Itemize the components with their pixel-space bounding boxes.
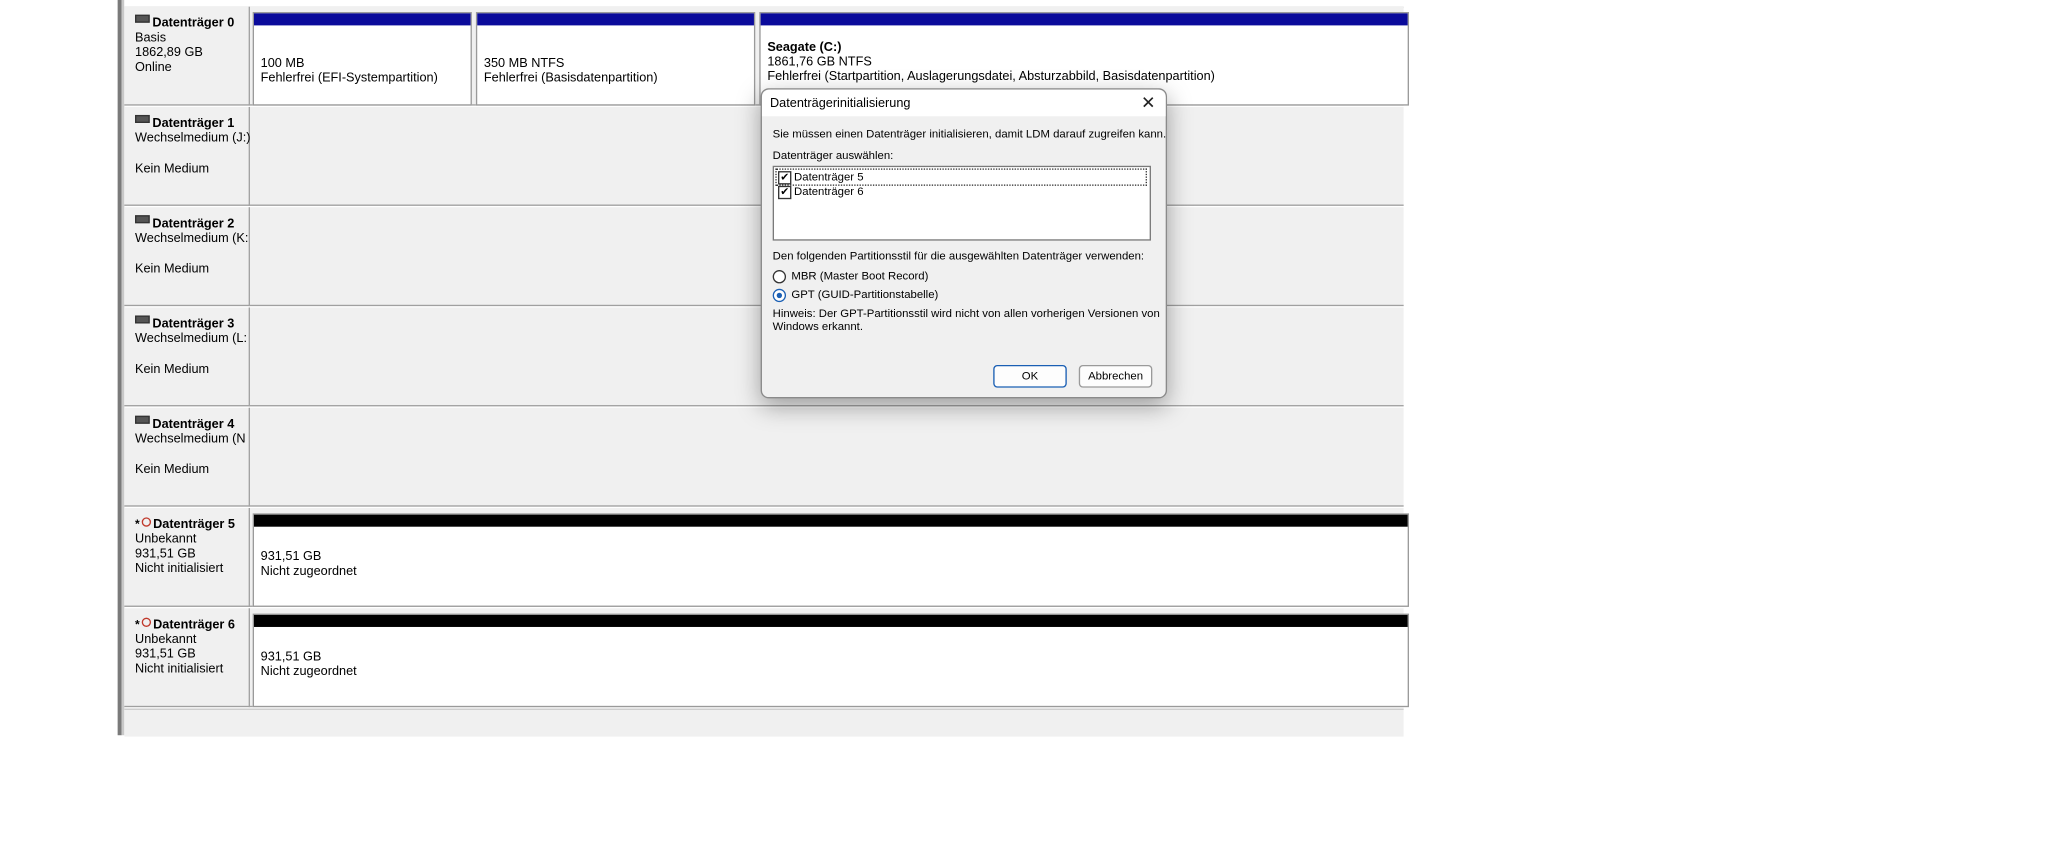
disk-type: Wechselmedium (N	[135, 431, 246, 447]
disk-status: Kein Medium	[135, 262, 210, 277]
disk-label-0[interactable]: Datenträger 0 Basis 1862,89 GB Online	[124, 6, 250, 106]
disk-name: Datenträger 1	[152, 116, 235, 132]
uninitialized-marker: *	[135, 617, 140, 631]
disk-unknown-icon	[141, 517, 151, 527]
dialog-intro-text: Sie müssen einen Datenträger initialisie…	[772, 126, 1167, 141]
partition-size: 931,51 GB	[260, 649, 322, 665]
disk-status: Nicht initialisiert	[135, 561, 224, 577]
disk-row-5[interactable]: * Datenträger 5 Unbekannt 931,51 GB Nicht…	[124, 507, 1409, 608]
partition-status: Fehlerfrei (Basisdatenpartition)	[483, 70, 658, 86]
disk-size: 931,51 GB	[135, 546, 196, 562]
mbr-radio[interactable]	[772, 270, 787, 284]
disk-size: 1862,89 GB	[135, 45, 203, 61]
partition-bar	[477, 13, 754, 26]
gpt-label[interactable]: GPT (GUID-Partitionstabelle)	[791, 287, 938, 300]
disk-name: Datenträger 2	[152, 216, 235, 232]
partition-bar	[253, 614, 1408, 627]
partition-unallocated[interactable]: 931,51 GB Nicht zugeordnet	[252, 613, 1409, 708]
disk-label-1[interactable]: Datenträger 1 Wechselmedium (J:) Kein Me…	[124, 106, 251, 206]
hint-text: Hinweis: Der GPT-Partitionsstil wird nic…	[772, 306, 1160, 320]
dialog-titlebar: Datenträgerinitialisierung ✕	[761, 89, 1166, 117]
disk-label-2[interactable]: Datenträger 2 Wechselmedium (K: Kein Med…	[124, 207, 250, 307]
partition-bar	[253, 514, 1408, 527]
disk-label-5[interactable]: * Datenträger 5 Unbekannt 931,51 GB Nicht…	[124, 507, 250, 607]
mbr-label[interactable]: MBR (Master Boot Record)	[791, 269, 928, 282]
disk-name: Datenträger 4	[152, 417, 235, 432]
partition-basic[interactable]: 350 MB NTFS Fehlerfrei (Basisdatenpartit…	[475, 12, 756, 106]
list-item[interactable]: ✔ Datenträger 6	[777, 184, 1146, 200]
disk-status: Online	[135, 60, 172, 75]
disk-management-window: Datenträger 0 Basis 1862,89 GB Online 10…	[0, 0, 2064, 866]
disk-icon	[135, 316, 150, 325]
disk-row-4[interactable]: Datenträger 4 Wechselmedium (N Kein Medi…	[124, 407, 1404, 508]
partition-size: 1861,76 GB NTFS	[767, 54, 872, 70]
partition-bar	[253, 13, 471, 26]
disk-label-4[interactable]: Datenträger 4 Wechselmedium (N Kein Medi…	[124, 407, 250, 507]
cancel-button[interactable]: Abbrechen	[1078, 364, 1153, 388]
disk-area-4	[249, 407, 1404, 507]
disk-item-label: Datenträger 5	[794, 169, 864, 184]
disk-status: Kein Medium	[135, 462, 210, 478]
disk-name: Datenträger 3	[152, 316, 235, 332]
disk-status: Nicht initialisiert	[135, 661, 224, 677]
disk-unknown-icon	[141, 617, 151, 627]
partition-status: Fehlerfrei (Startpartition, Auslagerungs…	[767, 69, 1215, 85]
disk-type: Basis	[135, 30, 167, 46]
disk-icon	[135, 15, 150, 24]
disk-status: Kein Medium	[135, 161, 210, 177]
dialog-title: Datenträgerinitialisierung	[769, 96, 911, 111]
disk-checkbox[interactable]: ✔	[778, 185, 792, 200]
disk-partitions-5: 931,51 GB Nicht zugeordnet	[249, 507, 1409, 607]
disk-label-3[interactable]: Datenträger 3 Wechselmedium (L: Kein Med…	[124, 307, 250, 407]
partition-size: 931,51 GB	[260, 549, 322, 565]
hint-text-2: Windows erkannt.	[772, 319, 863, 333]
disk-type: Unbekannt	[135, 532, 197, 547]
gpt-radio[interactable]	[772, 288, 787, 303]
disk-type: Wechselmedium (L:	[135, 331, 248, 347]
disk-name: Datenträger 6	[153, 617, 235, 633]
partition-size: 350 MB NTFS	[483, 56, 565, 71]
ok-button[interactable]: OK	[993, 364, 1067, 388]
disk-name: Datenträger 5	[153, 517, 235, 533]
partition-efi[interactable]: 100 MB Fehlerfrei (EFI-Systempartition)	[252, 12, 472, 106]
partition-size: 100 MB	[260, 56, 305, 71]
disk-item-label: Datenträger 6	[794, 184, 864, 198]
disk-icon	[135, 115, 150, 124]
close-icon[interactable]: ✕	[1139, 93, 1158, 113]
disk-status: Kein Medium	[135, 362, 210, 377]
disk-select-label: Datenträger auswählen:	[772, 148, 894, 162]
disk-icon	[135, 416, 150, 425]
disk-label-6[interactable]: * Datenträger 6 Unbekannt 931,51 GB Nicht…	[124, 608, 250, 708]
disk-checkbox[interactable]: ✔	[778, 171, 792, 185]
list-item[interactable]: ✔ Datenträger 5	[775, 168, 1147, 186]
partition-status: Nicht zugeordnet	[260, 664, 357, 680]
partition-unallocated[interactable]: 931,51 GB Nicht zugeordnet	[252, 513, 1409, 607]
disk-name: Datenträger 0	[152, 16, 235, 31]
disk-type: Wechselmedium (K:	[135, 231, 249, 246]
partition-title: Seagate (C:)	[767, 40, 842, 55]
initialize-disk-dialog: Datenträgerinitialisierung ✕ Sie müssen …	[760, 88, 1168, 399]
disk-size: 931,51 GB	[135, 647, 196, 662]
partition-status: Fehlerfrei (EFI-Systempartition)	[260, 70, 438, 86]
disk-list-footer	[124, 708, 1404, 737]
disk-listbox[interactable]: ✔ Datenträger 5 ✔ Datenträger 6	[772, 165, 1151, 241]
disk-row-6[interactable]: * Datenträger 6 Unbekannt 931,51 GB Nicht…	[124, 608, 1409, 708]
partition-bar	[760, 13, 1408, 26]
disk-partitions-6: 931,51 GB Nicht zugeordnet	[249, 608, 1409, 708]
disk-icon	[135, 215, 150, 224]
disk-type: Wechselmedium (J:)	[135, 131, 251, 146]
disk-type: Unbekannt	[135, 632, 197, 648]
partition-style-label: Den folgenden Partitionsstil für die aus…	[772, 248, 1145, 263]
partition-status: Nicht zugeordnet	[260, 564, 357, 579]
uninitialized-marker: *	[135, 517, 140, 531]
